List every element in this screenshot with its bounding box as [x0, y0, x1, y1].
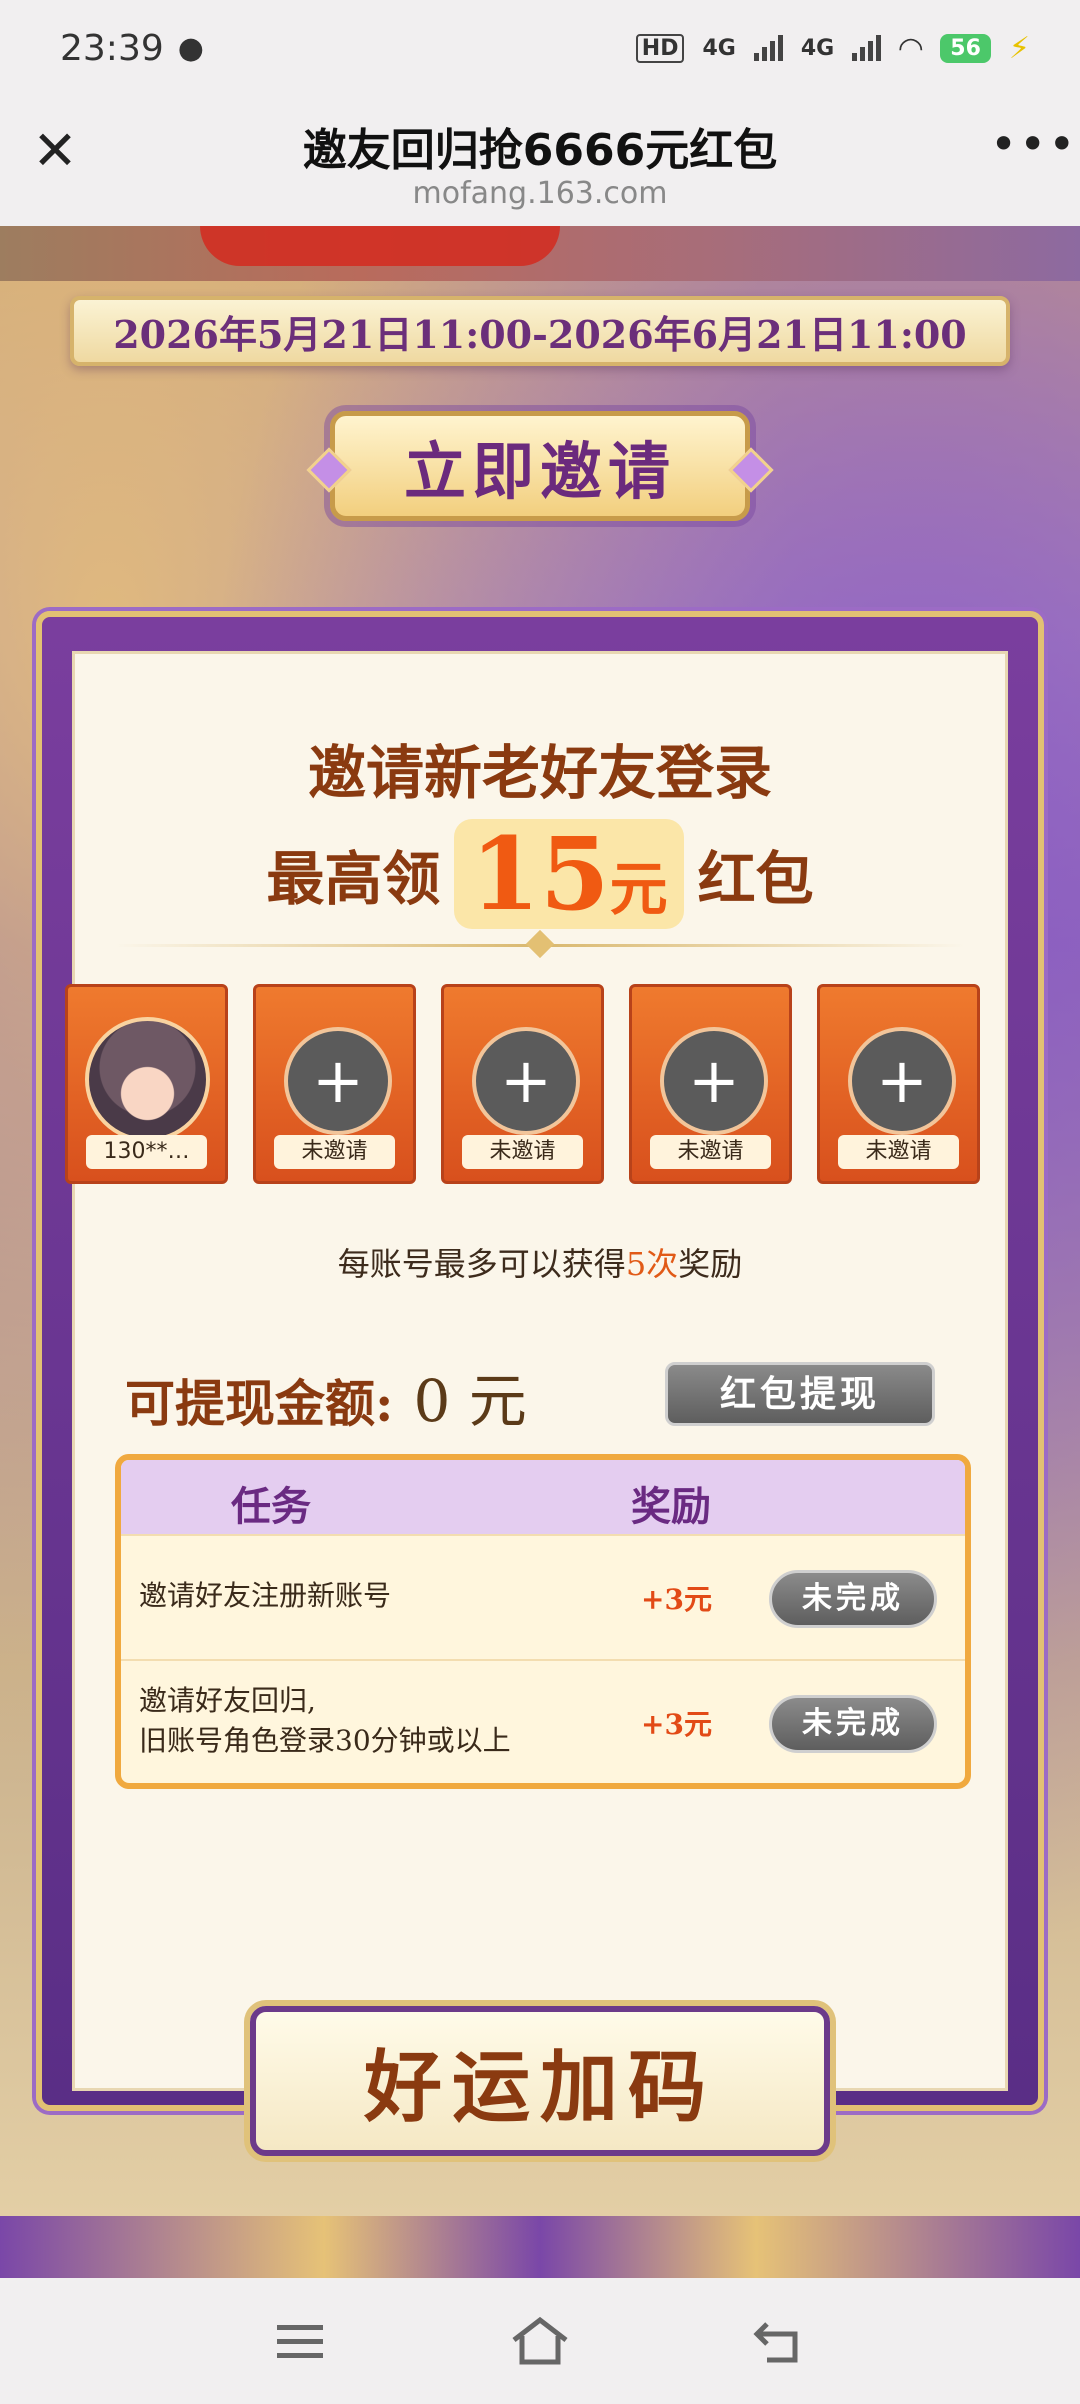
invite-slot-4[interactable]: + 未邀请	[629, 984, 792, 1184]
balance-value: 0 元	[413, 1367, 527, 1435]
slot-label: 未邀请	[274, 1135, 395, 1169]
event-period: 2026年5月21日11:00-2026年6月21日11:00	[70, 296, 1010, 366]
page-title: 邀友回归抢6666元红包	[302, 125, 778, 176]
plus-icon: +	[848, 1027, 956, 1135]
status-bar: 23:39 ● HD 4G 4G ◠ 56 ⚡	[0, 0, 1080, 96]
max-amount-unit: 元	[609, 855, 668, 923]
divider	[115, 944, 965, 947]
hd-icon: HD	[635, 33, 685, 63]
charging-icon: ⚡	[1008, 30, 1030, 66]
avatar	[85, 1017, 210, 1142]
page-url: mofang.163.com	[412, 176, 668, 211]
system-nav-bar	[0, 2278, 1080, 2404]
plus-icon: +	[660, 1027, 768, 1135]
task-desc-line2: 旧账号角色登录30分钟或以上	[139, 1724, 511, 1757]
chat-bubble-icon: ●	[177, 30, 204, 66]
slot-label: 未邀请	[838, 1135, 959, 1169]
invite-slot-1[interactable]: 130**…	[65, 984, 228, 1184]
browser-header: ✕ 邀友回归抢6666元红包 mofang.163.com •••	[0, 96, 1080, 226]
task-desc-line1: 邀请好友回归,	[139, 1684, 316, 1717]
menu-icon[interactable]	[260, 2301, 340, 2381]
invite-slot-2[interactable]: + 未邀请	[253, 984, 416, 1184]
task-desc: 邀请好友回归, 旧账号角色登录30分钟或以上	[139, 1681, 511, 1761]
sub-suffix: 红包	[697, 845, 814, 913]
table-row: 邀请好友回归, 旧账号角色登录30分钟或以上 +3元 未完成	[121, 1659, 965, 1783]
invite-slot-3[interactable]: + 未邀请	[441, 984, 604, 1184]
signal-icon	[753, 35, 783, 61]
good-luck-banner: 好运加码	[250, 2006, 830, 2156]
task-status-button[interactable]: 未完成	[769, 1570, 937, 1628]
task-reward: +3元	[641, 1708, 712, 1741]
note-highlight: 5次	[625, 1245, 679, 1283]
task-desc: 邀请好友注册新账号	[139, 1576, 391, 1616]
more-options-icon[interactable]: •••	[990, 121, 1075, 174]
slot-label: 130**…	[86, 1135, 207, 1169]
reward-limit-note: 每账号最多可以获得5次奖励	[75, 1239, 1005, 1285]
invite-card: 邀请新老好友登录 最高领 15 元 红包 130**… + 未邀请 + 未邀请	[65, 651, 1008, 2091]
home-icon[interactable]	[500, 2301, 580, 2381]
clock: 23:39	[60, 27, 164, 69]
top-banner-art	[0, 226, 1080, 281]
invite-slot-5[interactable]: + 未邀请	[817, 984, 980, 1184]
task-reward: +3元	[641, 1583, 712, 1616]
invite-now-button[interactable]: 立即邀请	[330, 411, 750, 521]
col-reward: 奖励	[631, 1483, 711, 1530]
max-amount: 15 元	[454, 815, 684, 933]
page-content: 2026年5月21日11:00-2026年6月21日11:00 立即邀请 邀请新…	[0, 226, 1080, 2278]
balance-label: 可提现金额:	[125, 1374, 394, 1433]
plus-icon: +	[284, 1027, 392, 1135]
card-subline: 最高领 15 元 红包	[75, 819, 1005, 929]
task-table-header: 任务 奖励	[121, 1460, 965, 1534]
wifi-icon: ◠	[899, 30, 923, 66]
col-task: 任务	[231, 1483, 311, 1530]
slot-label: 未邀请	[462, 1135, 583, 1169]
slot-label: 未邀请	[650, 1135, 771, 1169]
withdraw-button[interactable]: 红包提现	[665, 1362, 935, 1426]
bottom-trim	[0, 2216, 1080, 2278]
withdrawable-balance: 可提现金额: 0 元	[125, 1354, 527, 1438]
max-amount-number: 15	[470, 815, 610, 933]
network-label-1: 4G	[702, 35, 736, 61]
note-suffix: 奖励	[678, 1245, 743, 1283]
back-icon[interactable]	[740, 2301, 820, 2381]
network-label-2: 4G	[800, 35, 835, 61]
invite-slots: 130**… + 未邀请 + 未邀请 + 未邀请 + 未邀请	[65, 984, 1021, 1214]
task-status-button[interactable]: 未完成	[769, 1695, 937, 1753]
task-table: 任务 奖励 邀请好友注册新账号 +3元 未完成 邀请好友回归, 旧账号角色登录3…	[115, 1454, 971, 1789]
card-headline: 邀请新老好友登录	[307, 739, 772, 807]
note-prefix: 每账号最多可以获得	[337, 1245, 626, 1283]
table-row: 邀请好友注册新账号 +3元 未完成	[121, 1534, 965, 1659]
battery-icon: 56	[940, 33, 991, 63]
task-desc-line1: 邀请好友注册新账号	[139, 1579, 392, 1612]
signal-icon-2	[852, 35, 882, 61]
plus-icon: +	[472, 1027, 580, 1135]
sub-prefix: 最高领	[266, 845, 441, 913]
